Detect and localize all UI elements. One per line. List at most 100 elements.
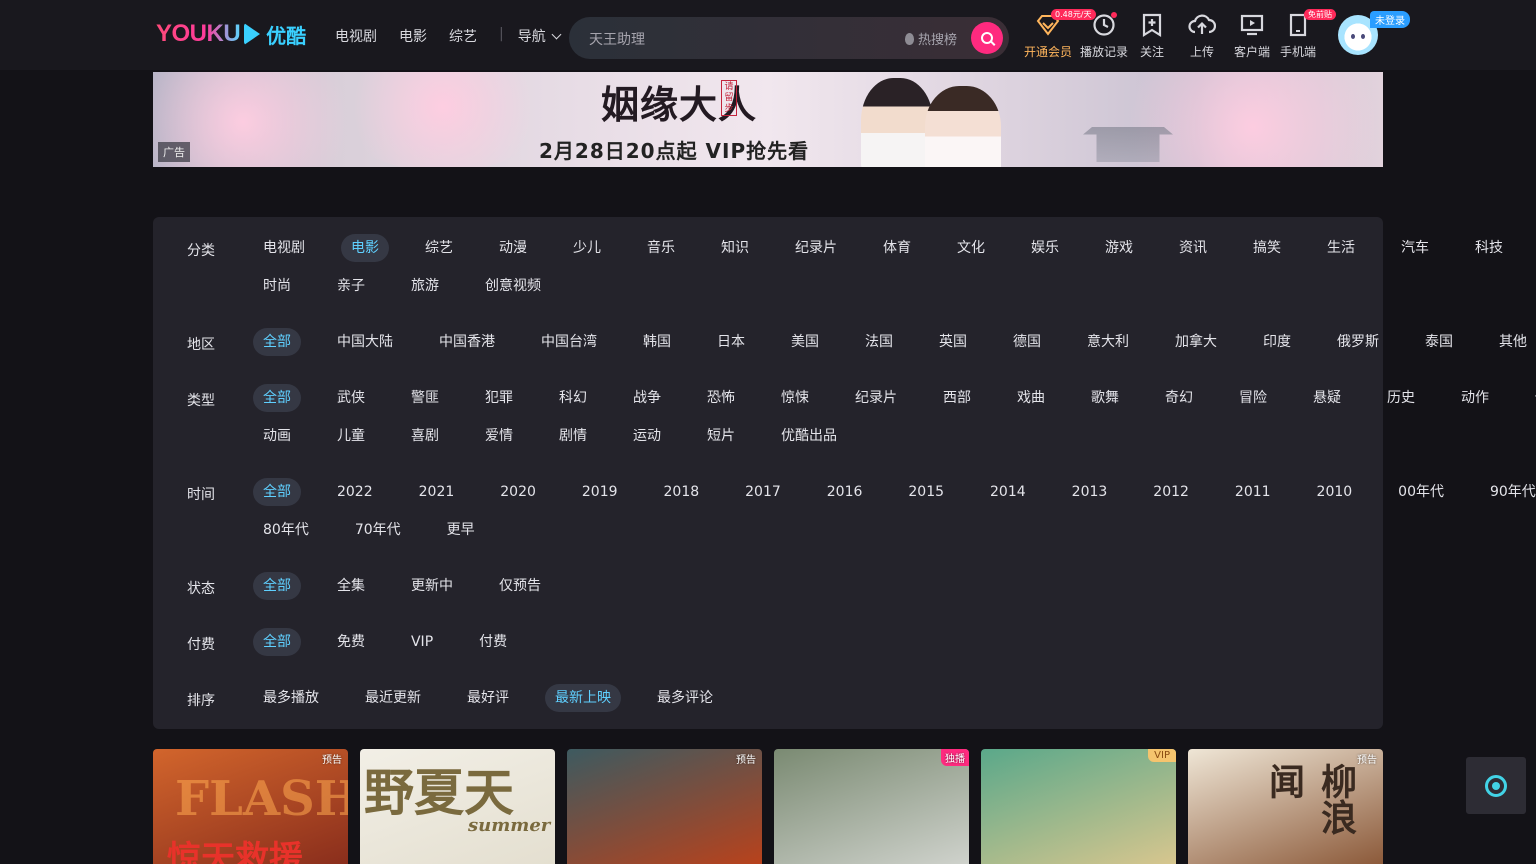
filter-option[interactable]: 印度 <box>1253 328 1301 356</box>
filter-option[interactable]: 中国台湾 <box>531 328 607 356</box>
filter-option[interactable]: 爱情 <box>475 422 523 450</box>
filter-option[interactable]: 电影 <box>340 234 389 262</box>
filter-option[interactable]: 2014 <box>980 478 1036 506</box>
filter-option[interactable]: 旅游 <box>401 272 449 300</box>
nav-tv[interactable]: 电视剧 <box>335 26 377 46</box>
filter-option[interactable]: 更早 <box>437 516 485 544</box>
nav-movie[interactable]: 电影 <box>399 26 427 46</box>
follow-button[interactable]: 关注 <box>1127 12 1177 60</box>
filter-option[interactable]: 00年代 <box>1388 478 1454 506</box>
filter-option[interactable]: 仅预告 <box>489 572 551 600</box>
filter-option[interactable]: 全部 <box>253 478 301 506</box>
filter-option[interactable]: 最多播放 <box>253 684 329 712</box>
filter-option[interactable]: 武侠 <box>327 384 375 412</box>
filter-option[interactable]: VIP <box>401 628 443 656</box>
filter-option[interactable]: 80年代 <box>253 516 319 544</box>
movie-poster[interactable]: 独播 <box>774 749 969 864</box>
filter-option[interactable]: 付费 <box>469 628 517 656</box>
movie-poster[interactable]: 柳浪闻 预告 <box>1188 749 1383 864</box>
movie-poster[interactable]: VIP <box>981 749 1176 864</box>
filter-option[interactable]: 动漫 <box>489 234 537 262</box>
filter-option[interactable]: 2022 <box>327 478 383 506</box>
filter-option[interactable]: 戏曲 <box>1007 384 1055 412</box>
filter-option[interactable]: 美国 <box>781 328 829 356</box>
filter-option[interactable]: 短片 <box>697 422 745 450</box>
vip-button[interactable]: 0.48元/天 开通会员 <box>1023 9 1096 60</box>
filter-option[interactable]: 西部 <box>933 384 981 412</box>
login-badge[interactable]: 未登录 <box>1370 11 1410 28</box>
filter-option[interactable]: 2018 <box>654 478 710 506</box>
filter-option[interactable]: 纪录片 <box>785 234 847 262</box>
filter-option[interactable]: 时尚 <box>253 272 301 300</box>
filter-option[interactable]: 游戏 <box>1095 234 1143 262</box>
youku-logo[interactable]: YOUKU 优酷 <box>156 20 306 48</box>
filter-option[interactable]: 生活 <box>1317 234 1365 262</box>
filter-option[interactable]: 最多评论 <box>647 684 723 712</box>
filter-option[interactable]: 泰国 <box>1415 328 1463 356</box>
filter-option[interactable]: 2013 <box>1062 478 1118 506</box>
filter-option[interactable]: 法国 <box>855 328 903 356</box>
filter-option[interactable]: 悬疑 <box>1303 384 1351 412</box>
filter-option[interactable]: 儿童 <box>327 422 375 450</box>
movie-poster[interactable]: 预告 <box>567 749 762 864</box>
filter-option[interactable]: 汽车 <box>1391 234 1439 262</box>
filter-option[interactable]: 警匪 <box>401 384 449 412</box>
filter-option[interactable]: 最新上映 <box>544 684 621 712</box>
filter-option[interactable]: 中国大陆 <box>327 328 403 356</box>
filter-option[interactable]: 英国 <box>929 328 977 356</box>
filter-option[interactable]: 2017 <box>735 478 791 506</box>
search-button[interactable] <box>971 22 1003 54</box>
upload-button[interactable]: 上传 <box>1177 12 1227 60</box>
filter-option[interactable]: 纪录片 <box>845 384 907 412</box>
filter-option[interactable]: 最近更新 <box>355 684 431 712</box>
search-box[interactable]: 天王助理 热搜榜 <box>569 17 1009 59</box>
filter-option[interactable]: 2021 <box>409 478 465 506</box>
movie-poster[interactable]: 野夏天 summer <box>360 749 555 864</box>
filter-option[interactable]: 最好评 <box>457 684 519 712</box>
filter-option[interactable]: 资讯 <box>1169 234 1217 262</box>
filter-option[interactable]: 俄罗斯 <box>1327 328 1389 356</box>
filter-option[interactable]: 恐怖 <box>697 384 745 412</box>
filter-option[interactable]: 剧情 <box>549 422 597 450</box>
filter-option[interactable]: 2011 <box>1225 478 1281 506</box>
filter-option[interactable]: 喜剧 <box>401 422 449 450</box>
filter-option[interactable]: 知识 <box>711 234 759 262</box>
filter-option[interactable]: 意大利 <box>1077 328 1139 356</box>
hot-search-link[interactable]: 热搜榜 <box>905 29 957 48</box>
filter-option[interactable]: 科幻 <box>549 384 597 412</box>
filter-option[interactable]: 日本 <box>707 328 755 356</box>
filter-option[interactable]: 创意视频 <box>475 272 551 300</box>
filter-option[interactable]: 综艺 <box>415 234 463 262</box>
filter-option[interactable]: 德国 <box>1003 328 1051 356</box>
mobile-button[interactable]: 免前贴 手机端 <box>1273 9 1336 60</box>
search-input[interactable]: 天王助理 <box>589 29 645 49</box>
filter-option[interactable]: 韩国 <box>633 328 681 356</box>
filter-option[interactable]: 2016 <box>817 478 873 506</box>
history-button[interactable]: 播放记录 <box>1079 12 1129 60</box>
filter-option[interactable]: 全部 <box>253 628 301 656</box>
filter-option[interactable]: 电视剧 <box>253 234 315 262</box>
filter-option[interactable]: 少儿 <box>563 234 611 262</box>
filter-option[interactable]: 中国香港 <box>429 328 505 356</box>
filter-option[interactable]: 战争 <box>623 384 671 412</box>
filter-option[interactable]: 犯罪 <box>475 384 523 412</box>
filter-option[interactable]: 歌舞 <box>1081 384 1129 412</box>
filter-option[interactable]: 2012 <box>1143 478 1199 506</box>
nav-guide-dropdown[interactable]: 导航 <box>518 26 562 46</box>
filter-option[interactable]: 动画 <box>253 422 301 450</box>
filter-option[interactable]: 70年代 <box>345 516 411 544</box>
filter-option[interactable]: 音乐 <box>637 234 685 262</box>
filter-option[interactable]: 娱乐 <box>1021 234 1069 262</box>
filter-option[interactable]: 全部 <box>253 384 301 412</box>
filter-option[interactable]: 亲子 <box>327 272 375 300</box>
ad-banner[interactable]: 姻缘大人 请留步 2月28日20点起 VIP抢先看 广告 <box>153 72 1383 167</box>
filter-option[interactable]: 2019 <box>572 478 628 506</box>
filter-option[interactable]: 科技 <box>1465 234 1513 262</box>
filter-option[interactable]: 动作 <box>1451 384 1499 412</box>
filter-option[interactable]: 加拿大 <box>1165 328 1227 356</box>
filter-option[interactable]: 全部 <box>253 328 301 356</box>
filter-option[interactable]: 文化 <box>947 234 995 262</box>
filter-option[interactable]: 冒险 <box>1229 384 1277 412</box>
filter-option[interactable]: 体育 <box>873 234 921 262</box>
movie-poster[interactable]: FLASH 惊天救援 预告 <box>153 749 348 864</box>
